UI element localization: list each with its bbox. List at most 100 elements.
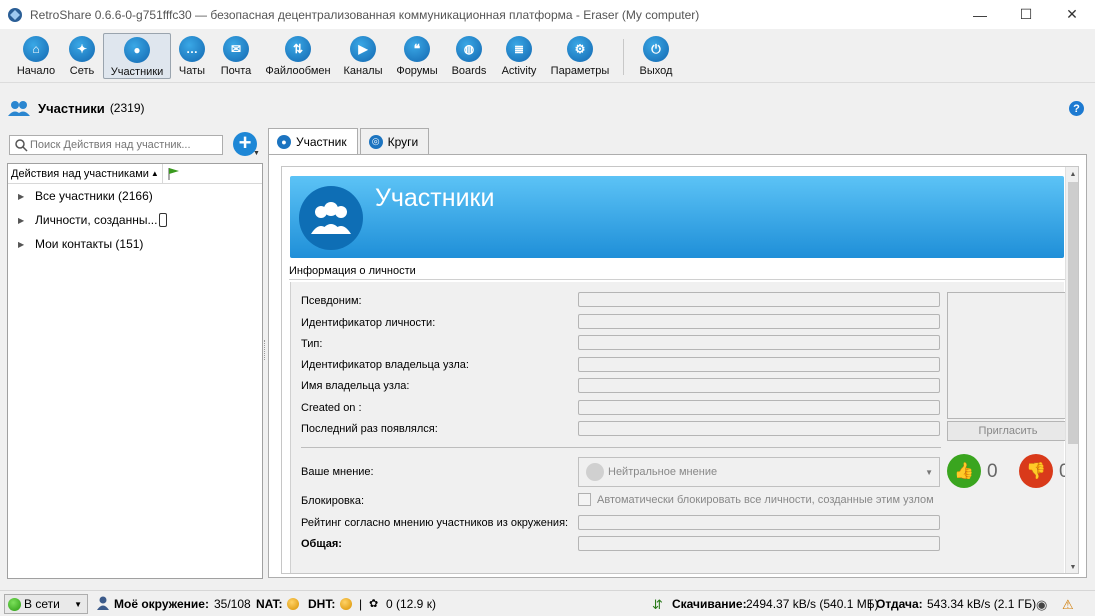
invite-button[interactable]: Пригласить (947, 421, 1069, 441)
help-icon[interactable]: ? (1069, 101, 1084, 116)
minimize-button[interactable]: — (957, 0, 1003, 29)
search-box[interactable] (9, 135, 223, 155)
peers-icon: ✿ (369, 598, 379, 610)
positive-count: 0 (987, 461, 998, 482)
text-cursor-icon (159, 213, 168, 227)
banner-people-icon (299, 186, 363, 250)
neighborhood-value: 35/108 (214, 597, 251, 611)
nickname-field[interactable] (578, 292, 940, 307)
toolbar-label: Выход (639, 65, 673, 77)
scroll-down-icon[interactable]: ▼ (1066, 560, 1078, 573)
warning-icon[interactable]: ⚠ (1062, 597, 1074, 613)
power-icon: ⏻ (643, 36, 669, 62)
tree-header: Действия над участниками ▲ (8, 163, 262, 184)
maximize-button[interactable]: ☐ (1003, 0, 1049, 29)
upload-label: Отдача: (876, 597, 923, 611)
tree-item-all[interactable]: ▶ Все участники (2166) (8, 184, 262, 208)
form-divider (301, 447, 941, 448)
scroll-up-icon[interactable]: ▲ (1066, 167, 1078, 181)
tab-content: Участники Информация о личности Псевдони… (268, 154, 1087, 578)
toolbar-network-button[interactable]: ✦ Сеть (63, 33, 101, 79)
toolbar-people-button[interactable]: ● Участники (103, 33, 171, 79)
toolbar-label: Участники (110, 66, 164, 78)
toolbar-activity-button[interactable]: ≣ Activity (497, 33, 541, 79)
section-divider (289, 279, 1065, 280)
tree-item-own-identities[interactable]: ▶ Личности, созданны... (8, 208, 262, 232)
owner-node-name-label: Имя владельца узла: (301, 380, 410, 392)
toolbar-label: Начало (16, 65, 56, 77)
nickname-label: Псевдоним: (301, 295, 362, 307)
tree-item-label: Все участники (2166) (35, 189, 153, 203)
opinion-value: Нейтральное мнение (608, 466, 718, 478)
close-button[interactable]: ✕ (1049, 0, 1095, 29)
created-on-label: Created on : (301, 402, 362, 414)
owner-node-id-field[interactable] (578, 357, 940, 372)
detail-tabs: ● Участник ◎ Круги (268, 128, 431, 155)
vertical-scrollbar[interactable]: ▲ ▼ (1065, 167, 1078, 573)
dht-label: DHT: (308, 597, 336, 611)
toolbar-label: Параметры (550, 65, 610, 77)
tab-circles[interactable]: ◎ Круги (359, 128, 430, 154)
tab-person[interactable]: ● Участник (268, 128, 358, 155)
chat-icon: … (179, 36, 205, 62)
avatar (947, 292, 1067, 419)
expand-arrow-icon[interactable]: ▶ (18, 216, 26, 225)
status-bar: В сети ▼ Моё окружение: 35/108 NAT: DHT:… (0, 590, 1095, 616)
type-field[interactable] (578, 335, 940, 350)
add-menu-arrow-icon[interactable]: ▼ (253, 150, 260, 157)
toolbar-home-button[interactable]: ⌂ Начало (13, 33, 59, 79)
nat-status-icon (287, 598, 299, 610)
identity-id-label: Идентификатор личности: (301, 317, 436, 329)
retroshare-logo-icon (8, 7, 22, 22)
toolbar-label: Чаты (178, 65, 206, 77)
scrollbar-thumb[interactable] (1068, 182, 1078, 444)
upload-value: 543.34 kB/s (2.1 ГБ) (927, 597, 1037, 611)
toolbar-forums-button[interactable]: ❝ Форумы (394, 33, 440, 79)
rating-field (578, 515, 940, 530)
person-icon: ● (277, 135, 291, 149)
neighborhood-label: Моё окружение: (114, 597, 209, 611)
owner-node-name-field[interactable] (578, 378, 940, 393)
page-header: Участники (2319) (8, 96, 145, 120)
online-status-icon (8, 597, 21, 611)
type-label: Тип: (301, 338, 323, 350)
created-on-field[interactable] (578, 400, 940, 415)
toolbar-mail-button[interactable]: ✉ Почта (216, 33, 256, 79)
people-icon: ● (124, 37, 150, 63)
tab-label: Круги (387, 134, 419, 149)
toolbar-label: Форумы (396, 65, 438, 77)
user-icon (97, 596, 109, 610)
thumbs-down-icon: 👎 (1019, 454, 1053, 488)
column-header-actions[interactable]: Действия над участниками ▲ (8, 163, 163, 184)
mail-icon: ✉ (223, 36, 249, 62)
chevron-down-icon: ▼ (74, 599, 82, 609)
boards-icon: ◍ (456, 36, 482, 62)
expand-arrow-icon[interactable]: ▶ (18, 192, 26, 201)
search-icon (15, 139, 28, 152)
chevron-down-icon: ▼ (925, 467, 933, 477)
identity-info-group: Псевдоним: Идентификатор личности: Тип: … (290, 282, 1070, 573)
nat-label: NAT: (256, 597, 283, 611)
toolbar-separator (623, 39, 624, 75)
opinion-select[interactable]: Нейтральное мнение ▼ (578, 457, 940, 487)
toolbar-quit-button[interactable]: ⏻ Выход (636, 33, 676, 79)
circles-icon: ◎ (368, 134, 383, 149)
online-status-select[interactable]: В сети ▼ (4, 594, 88, 614)
page-title: Участники (38, 100, 105, 116)
toolbar-file-sharing-button[interactable]: ⇅ Файлообмен (264, 33, 332, 79)
last-seen-field[interactable] (578, 421, 940, 436)
auto-block-checkbox[interactable] (578, 493, 591, 506)
toolbar-boards-button[interactable]: ◍ Boards (449, 33, 489, 79)
splitter-handle[interactable] (264, 340, 267, 360)
toolbar-settings-button[interactable]: ⚙ Параметры (549, 33, 611, 79)
expand-arrow-icon[interactable]: ▶ (18, 240, 26, 249)
toolbar-channels-button[interactable]: ▶ Каналы (340, 33, 386, 79)
toolbar-label: Каналы (343, 65, 383, 77)
tree-item-contacts[interactable]: ▶ Мои контакты (151) (8, 232, 262, 256)
toolbar-chats-button[interactable]: … Чаты (174, 33, 210, 79)
identity-id-field[interactable] (578, 314, 940, 329)
flag-icon[interactable] (167, 167, 181, 181)
toolbar-label: Сеть (69, 65, 95, 77)
search-input[interactable] (30, 139, 220, 151)
detail-scroll-area: Участники Информация о личности Псевдони… (281, 166, 1079, 574)
